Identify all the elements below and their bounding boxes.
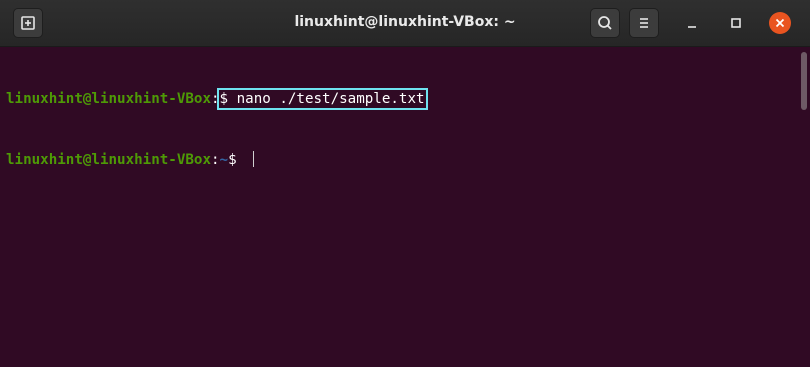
prompt-user-host: linuxhint@linuxhint-VBox [6,91,211,107]
prompt-colon: : [211,152,220,168]
minimize-icon [688,26,696,28]
text-cursor [253,151,255,167]
hamburger-menu-icon [640,18,648,28]
maximize-icon [731,18,741,28]
prompt-symbol: $ [228,152,246,168]
menu-button[interactable] [629,8,659,38]
scrollbar[interactable] [801,52,807,110]
terminal-line: linuxhint@linuxhint-VBox:$ nano ./test/s… [6,88,796,110]
search-button[interactable] [590,8,620,38]
terminal-line: linuxhint@linuxhint-VBox:~$ [6,150,796,171]
terminal-window: linuxhint@linuxhint-VBox: ~ linuxhint@li… [0,0,810,367]
close-icon [775,18,785,28]
prompt-user-host: linuxhint@linuxhint-VBox [6,152,211,168]
prompt-path: ~ [219,152,229,168]
search-icon [598,16,612,30]
minimize-button[interactable] [681,12,703,34]
terminal-output[interactable]: linuxhint@linuxhint-VBox:$ nano ./test/s… [6,49,796,367]
prompt-colon: : [211,91,220,107]
maximize-button[interactable] [725,12,747,34]
title-bar[interactable]: linuxhint@linuxhint-VBox: ~ [0,0,810,47]
highlighted-command: $ nano ./test/sample.txt [216,88,428,110]
close-button[interactable] [769,12,791,34]
